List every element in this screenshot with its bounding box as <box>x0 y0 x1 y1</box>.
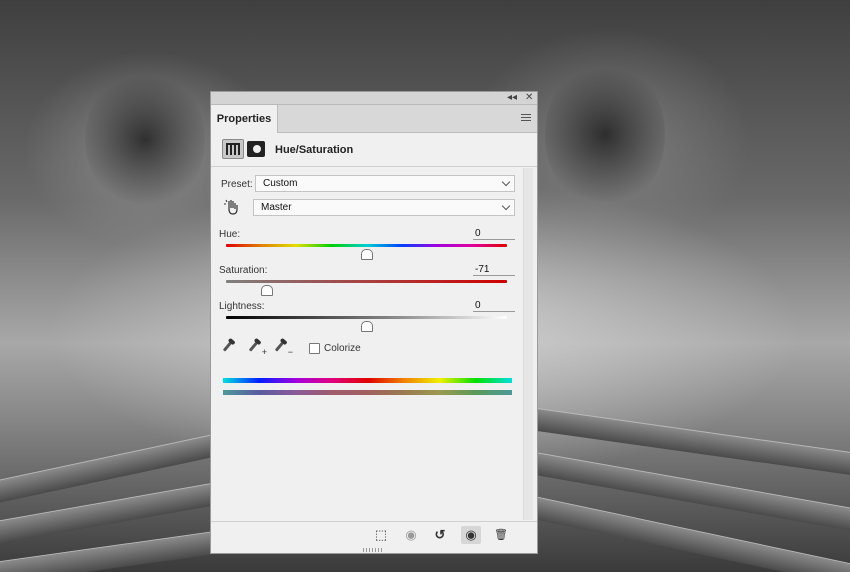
layer-mask-icon[interactable] <box>247 141 265 157</box>
view-previous-state-icon[interactable]: ◉ <box>401 526 421 544</box>
trash-icon[interactable]: 🗑 <box>491 526 511 544</box>
ghost-figure-right <box>545 60 665 210</box>
panel-scrollbar[interactable] <box>523 168 533 520</box>
adjustment-header: Hue/Saturation <box>211 133 537 167</box>
panel-content: Preset: Custom Master Hue: 0 Saturation:… <box>211 167 523 520</box>
hue-label: Hue: <box>219 229 241 240</box>
eyedropper-plus-icon[interactable]: + <box>248 339 267 357</box>
reset-icon[interactable]: ↺ <box>430 526 450 544</box>
colorize-label[interactable]: Colorize <box>324 343 361 354</box>
panel-collapse-icon[interactable]: ◂◂ <box>507 91 517 104</box>
clip-to-layer-icon[interactable]: ⬚ <box>371 526 391 544</box>
preset-value: Custom <box>263 178 298 189</box>
panel-resize-grip[interactable] <box>363 548 383 552</box>
panel-footer: ⬚ ◉ ↺ ◉ 🗑 <box>211 521 537 547</box>
visibility-eye-icon[interactable]: ◉ <box>461 526 481 544</box>
chevron-down-icon <box>501 177 511 187</box>
channel-select[interactable]: Master <box>253 199 515 216</box>
panel-menu-icon[interactable] <box>521 114 531 122</box>
lightness-label: Lightness: <box>219 301 265 312</box>
panel-close-icon[interactable]: ✕ <box>525 91 533 104</box>
tab-properties[interactable]: Properties <box>211 105 278 133</box>
targeted-adjustment-hand-icon[interactable] <box>223 198 241 216</box>
adjustment-title: Hue/Saturation <box>275 144 354 156</box>
lightness-slider-track[interactable] <box>226 316 507 319</box>
lightness-input[interactable]: 0 <box>473 300 515 312</box>
eyedropper-icon[interactable] <box>222 339 241 357</box>
panel-titlebar[interactable]: ◂◂ ✕ <box>211 92 537 105</box>
preset-label: Preset: <box>221 179 253 190</box>
ghost-figure-left <box>85 70 205 210</box>
hue-slider-track[interactable] <box>226 244 507 247</box>
adjustment-layer-icon[interactable] <box>222 139 244 159</box>
hue-input[interactable]: 0 <box>473 228 515 240</box>
properties-panel: ◂◂ ✕ Properties Hue/Saturation Preset: C… <box>210 91 538 554</box>
chevron-down-icon <box>501 201 511 211</box>
output-color-spectrum <box>223 390 512 395</box>
input-color-spectrum <box>223 378 512 383</box>
colorize-checkbox[interactable] <box>309 343 320 354</box>
saturation-input[interactable]: -71 <box>473 264 515 276</box>
preset-select[interactable]: Custom <box>255 175 515 192</box>
eyedropper-minus-icon[interactable]: − <box>274 339 293 357</box>
saturation-slider-track[interactable] <box>226 280 507 283</box>
panel-tab-row: Properties <box>211 105 537 133</box>
channel-value: Master <box>261 202 292 213</box>
saturation-label: Saturation: <box>219 265 268 276</box>
